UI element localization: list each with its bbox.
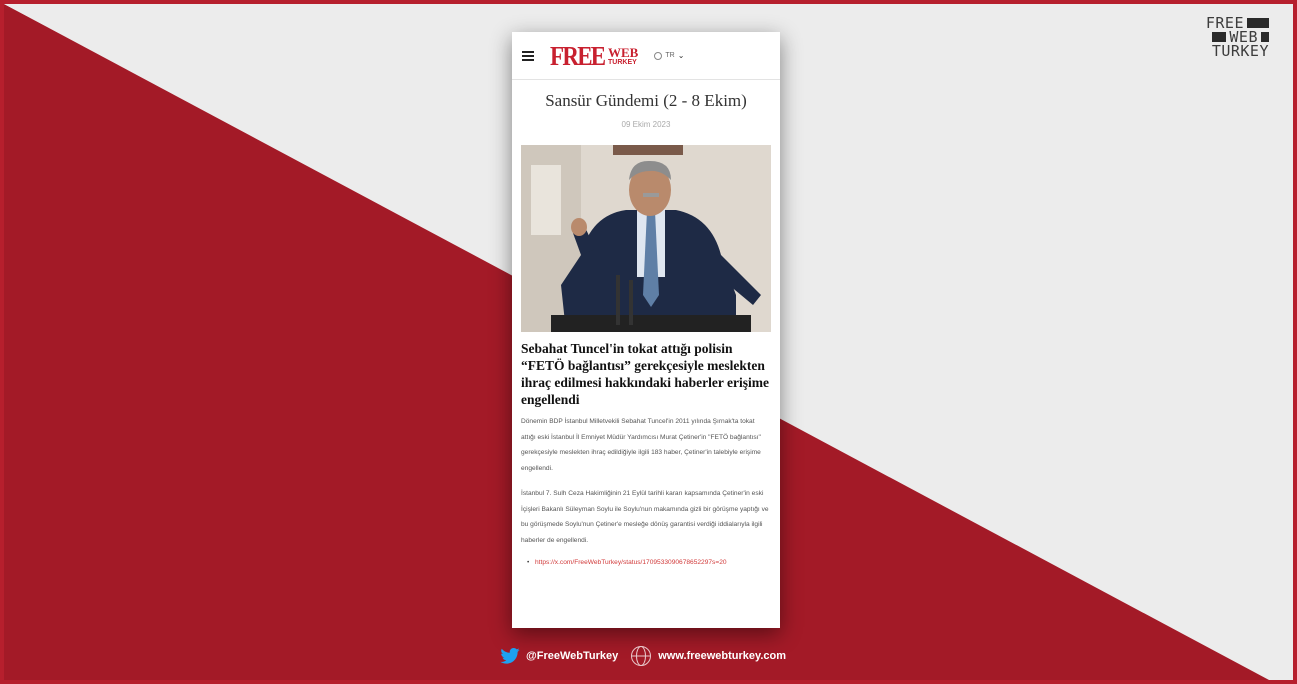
article-title: Sansür Gündemi (2 - 8 Ekim) bbox=[545, 91, 747, 110]
site-logo[interactable]: FREE WEB TURKEY bbox=[550, 40, 639, 71]
article-source-link[interactable]: https://x.com/FreeWebTurkey/status/17095… bbox=[521, 556, 771, 570]
site-logo-web: WEB bbox=[608, 44, 639, 60]
phone-screenshot: FREE WEB TURKEY TR ⌄ Sansür Gündemi (2 -… bbox=[512, 32, 780, 628]
website-link[interactable]: www.freewebturkey.com bbox=[630, 645, 786, 667]
website-text: www.freewebturkey.com bbox=[658, 650, 787, 662]
language-selector[interactable]: TR ⌄ bbox=[654, 51, 684, 60]
globe-icon bbox=[654, 51, 663, 60]
site-logo-turkey: TURKEY bbox=[608, 58, 637, 66]
site-header: FREE WEB TURKEY TR ⌄ bbox=[512, 32, 780, 80]
twitter-handle-text: @FreeWebTurkey bbox=[526, 650, 619, 662]
menu-icon[interactable] bbox=[522, 50, 534, 61]
site-logo-free: FREE bbox=[550, 40, 606, 71]
article-paragraph-1: Dönemin BDP İstanbul Milletvekili Sebaha… bbox=[521, 418, 761, 472]
article-headline[interactable]: Sebahat Tuncel'in tokat attığı polisin “… bbox=[521, 340, 771, 408]
www-globe-icon bbox=[631, 646, 652, 666]
twitter-icon bbox=[500, 648, 520, 664]
brand-line-turkey: TURKEY bbox=[1211, 42, 1269, 60]
language-label: TR bbox=[665, 52, 675, 59]
twitter-handle[interactable]: @FreeWebTurkey bbox=[500, 648, 618, 664]
article-photo bbox=[521, 145, 771, 332]
article-date: 09 Ekim 2023 bbox=[621, 120, 671, 129]
promo-footer: @FreeWebTurkey www.freewebturkey.com bbox=[500, 645, 786, 667]
article: Sansür Gündemi (2 - 8 Ekim) 09 Ekim 2023 bbox=[512, 91, 780, 570]
chevron-down-icon: ⌄ bbox=[677, 51, 685, 60]
article-paragraph-2: İstanbul 7. Sulh Ceza Hakimliğinin 21 Ey… bbox=[521, 490, 769, 544]
freewebturkey-brand-logo: FREE WEB TURKEY bbox=[1205, 16, 1269, 60]
